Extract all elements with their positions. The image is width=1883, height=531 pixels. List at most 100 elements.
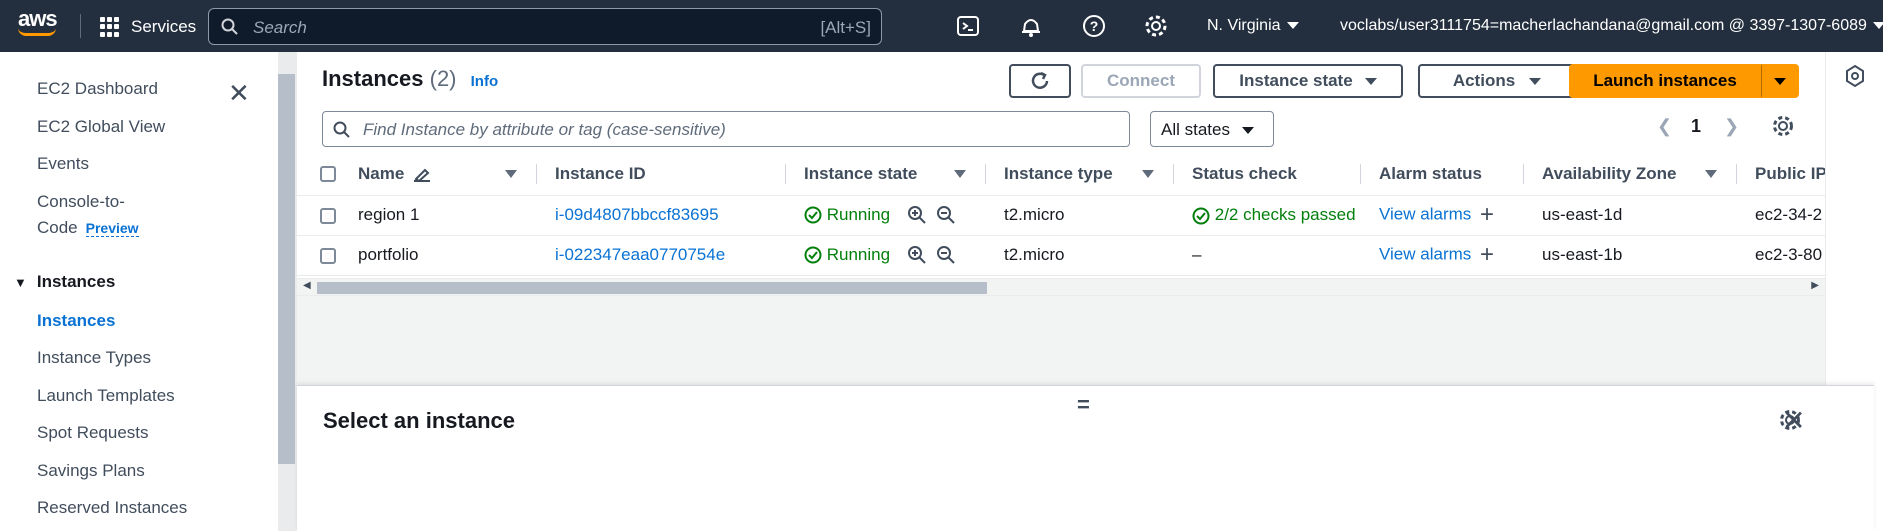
refresh-button[interactable] xyxy=(1009,64,1071,98)
column-label: Instance type xyxy=(1004,163,1113,183)
column-header-public-ip[interactable]: Public IP xyxy=(1737,153,1825,196)
sidebar-item-launch-templates[interactable]: Launch Templates xyxy=(37,386,175,406)
column-header-instance-id[interactable]: Instance ID xyxy=(537,153,786,196)
cell-status-check: 2/2 checks passed xyxy=(1174,195,1361,236)
zoom-out-icon[interactable] xyxy=(936,205,956,225)
view-alarms-link[interactable]: View alarms xyxy=(1379,204,1471,223)
tools-panel-icon[interactable] xyxy=(1843,64,1867,88)
search-icon xyxy=(221,18,238,35)
column-header-instance-type[interactable]: Instance type xyxy=(986,153,1174,196)
success-check-icon xyxy=(804,246,822,264)
region-selector[interactable]: N. Virginia xyxy=(1207,17,1299,35)
nav-divider xyxy=(80,14,81,38)
add-alarm-plus-icon[interactable]: + xyxy=(1480,201,1494,228)
services-menu[interactable]: Services xyxy=(131,17,196,37)
sidebar-item-ec2-dashboard[interactable]: EC2 Dashboard xyxy=(37,79,158,99)
account-menu[interactable]: voclabs/user3111754=macherlachandana@gma… xyxy=(1340,17,1883,35)
sort-icon[interactable] xyxy=(1142,170,1154,178)
sidebar-item-ec2-global-view[interactable]: EC2 Global View xyxy=(37,117,165,137)
filter-placeholder: Find Instance by attribute or tag (case-… xyxy=(363,120,726,139)
column-header-availability-zone[interactable]: Availability Zone xyxy=(1524,153,1737,196)
launch-dropdown-button[interactable] xyxy=(1761,64,1799,98)
close-split-panel-icon[interactable]: ✕ xyxy=(1782,404,1805,437)
instances-table-panel: Instances (2) Info Connect Instance stat… xyxy=(297,52,1825,296)
scroll-right-icon[interactable]: ▶ xyxy=(1811,280,1819,291)
region-label: N. Virginia xyxy=(1207,17,1281,34)
split-panel: = Select an instance ✕ xyxy=(297,385,1874,531)
sort-icon[interactable] xyxy=(954,170,966,178)
table-row[interactable]: region 1 i-09d4807bbccf83695 Running t2.… xyxy=(297,195,1825,236)
instance-id-link[interactable]: i-09d4807bbccf83695 xyxy=(537,195,786,236)
cell-instance-state: Running xyxy=(786,195,986,236)
row-checkbox[interactable] xyxy=(297,195,358,236)
column-label: Public IP xyxy=(1755,163,1825,183)
page-title: Instances (2) Info xyxy=(322,66,498,92)
aws-logo[interactable]: aws xyxy=(18,8,64,44)
scrollbar-thumb[interactable] xyxy=(278,74,295,464)
table-header-row: Name Instance ID Instance state Instance… xyxy=(297,153,1825,196)
add-alarm-plus-icon[interactable]: + xyxy=(1480,241,1494,268)
zoom-in-icon[interactable] xyxy=(907,245,927,265)
horizontal-scrollbar[interactable]: ◀ ▶ xyxy=(297,278,1825,295)
sidebar-item-savings-plans[interactable]: Savings Plans xyxy=(37,461,145,481)
sidebar-section-instances[interactable]: ▼ Instances xyxy=(14,272,115,292)
svg-text:?: ? xyxy=(1090,18,1099,34)
connect-button[interactable]: Connect xyxy=(1081,64,1201,98)
page-number[interactable]: 1 xyxy=(1691,116,1701,137)
button-label: Instance state xyxy=(1239,71,1353,90)
instance-filter-input[interactable]: Find Instance by attribute or tag (case-… xyxy=(322,111,1130,147)
column-header-status-check[interactable]: Status check xyxy=(1174,153,1361,196)
sidebar-item-events[interactable]: Events xyxy=(37,154,89,174)
sidebar-item-reserved-instances[interactable]: Reserved Instances xyxy=(37,498,187,518)
row-checkbox[interactable] xyxy=(297,235,358,276)
cell-availability-zone: us-east-1b xyxy=(1524,235,1737,276)
caret-down-icon xyxy=(1773,77,1786,85)
services-grid-icon[interactable] xyxy=(100,17,120,37)
sidebar-item-instances[interactable]: Instances xyxy=(37,311,115,331)
caret-down-icon xyxy=(1364,77,1377,85)
column-header-instance-state[interactable]: Instance state xyxy=(786,153,986,196)
notifications-bell-icon[interactable] xyxy=(1018,13,1044,39)
search-shortcut: [Alt+S] xyxy=(820,18,871,37)
sort-icon[interactable] xyxy=(505,170,517,178)
states-filter-value: All states xyxy=(1161,120,1230,139)
next-page-icon[interactable]: ❯ xyxy=(1724,116,1739,137)
sort-icon[interactable] xyxy=(1705,170,1717,178)
search-input[interactable]: Search [Alt+S] xyxy=(208,8,882,45)
scrollbar-thumb[interactable] xyxy=(317,282,987,294)
view-alarms-link[interactable]: View alarms xyxy=(1379,244,1471,263)
zoom-in-icon[interactable] xyxy=(907,205,927,225)
cloudshell-icon[interactable] xyxy=(955,13,981,39)
column-label: Instance state xyxy=(804,163,918,183)
instance-id-link[interactable]: i-022347eaa0770754e xyxy=(537,235,786,276)
help-icon[interactable]: ? xyxy=(1081,13,1107,39)
zoom-out-icon[interactable] xyxy=(936,245,956,265)
column-header-name[interactable]: Name xyxy=(358,153,537,196)
top-navigation: aws Services Search [Alt+S] ? N. Virgini… xyxy=(0,0,1883,52)
side-navigation: ✕ EC2 Dashboard EC2 Global View Events C… xyxy=(0,52,278,531)
table-preferences-gear-icon[interactable] xyxy=(1771,114,1795,138)
sidebar-scrollbar[interactable] xyxy=(278,52,295,531)
sidebar-item-instance-types[interactable]: Instance Types xyxy=(37,348,151,368)
scroll-left-icon[interactable]: ◀ xyxy=(303,280,311,291)
states-filter-select[interactable]: All states xyxy=(1150,111,1274,147)
close-sidebar-icon[interactable]: ✕ xyxy=(228,78,250,109)
resize-handle[interactable]: = xyxy=(1077,392,1090,418)
chevron-down-icon xyxy=(1286,22,1299,30)
column-header-alarm-status[interactable]: Alarm status xyxy=(1361,153,1524,196)
select-all-checkbox[interactable] xyxy=(297,153,358,196)
account-label: voclabs/user3111754=macherlachandana@gma… xyxy=(1340,17,1867,34)
sidebar-item-console-to-code[interactable]: Console-to- Code Preview xyxy=(37,192,139,238)
table-row[interactable]: portfolio i-022347eaa0770754e Running t2… xyxy=(297,235,1825,276)
split-panel-heading: Select an instance xyxy=(323,408,515,433)
info-link[interactable]: Info xyxy=(471,73,499,90)
cell-name: region 1 xyxy=(358,195,537,236)
instance-state-button[interactable]: Instance state xyxy=(1213,64,1403,98)
previous-page-icon[interactable]: ❮ xyxy=(1657,116,1672,137)
settings-gear-icon[interactable] xyxy=(1143,13,1169,39)
sidebar-item-spot-requests[interactable]: Spot Requests xyxy=(37,423,149,443)
button-label: Actions xyxy=(1452,71,1516,90)
launch-instances-button[interactable]: Launch instances xyxy=(1569,64,1761,98)
actions-button[interactable]: Actions xyxy=(1418,64,1576,98)
column-label: Alarm status xyxy=(1379,163,1482,183)
